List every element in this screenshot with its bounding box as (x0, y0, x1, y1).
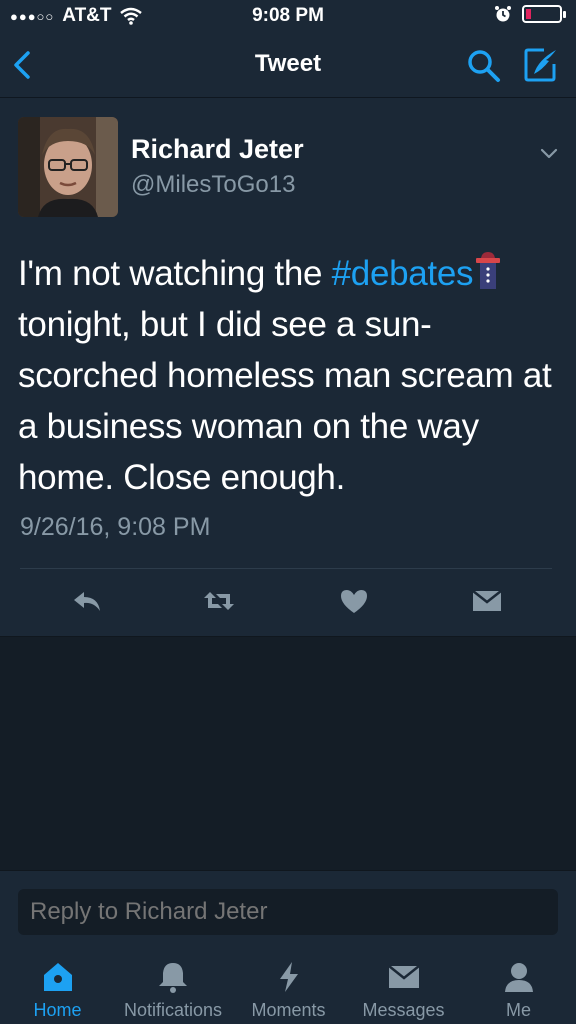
avatar-photo (18, 117, 118, 217)
envelope-icon (387, 965, 420, 988)
tab-home-label: Home (33, 1000, 82, 1020)
hashtag-link[interactable]: #debates (332, 254, 474, 293)
alarm-icon (495, 6, 511, 22)
person-icon (504, 963, 533, 992)
reply-input[interactable] (18, 889, 558, 935)
message-icon[interactable] (470, 586, 504, 616)
avatar[interactable] (18, 117, 118, 217)
tab-moments[interactable]: Moments (231, 946, 346, 1024)
tab-home[interactable]: Home (0, 946, 115, 1024)
reply-bar (0, 870, 576, 946)
lightning-icon (279, 962, 298, 992)
retweet-icon[interactable] (202, 586, 236, 616)
status-time: 9:08 PM (252, 5, 324, 26)
tab-me-label: Me (505, 1000, 531, 1020)
status-bar-right (494, 5, 566, 23)
chevron-down-icon[interactable] (538, 142, 560, 164)
battery-low-icon (522, 5, 566, 23)
reply-icon[interactable] (70, 586, 104, 616)
debate-podium-icon (476, 252, 501, 289)
tab-messages[interactable]: Messages (346, 946, 461, 1024)
tweet-text-start: I'm not watching the (18, 254, 332, 293)
status-bar: ●●●○○ AT&T 9:08 PM (0, 0, 576, 32)
search-icon[interactable] (466, 48, 502, 84)
author-handle[interactable]: @MilesToGo13 (131, 171, 295, 199)
tab-messages-label: Messages (362, 1000, 445, 1020)
compose-icon[interactable] (522, 46, 560, 84)
bell-icon (159, 963, 187, 993)
tweet-detail: Richard Jeter @MilesToGo13 I'm not watch… (0, 98, 576, 637)
navigation-bar: Tweet (0, 32, 576, 98)
author-name[interactable]: Richard Jeter (131, 134, 304, 165)
tweet-text: I'm not watching the #debates tonight, b… (18, 248, 563, 503)
tab-moments-label: Moments (251, 1000, 326, 1020)
tweet-timestamp: 9/26/16, 9:08 PM (20, 513, 211, 541)
tab-me[interactable]: Me (461, 946, 576, 1024)
tweet-text-end: tonight, but I did see a sun-scorched ho… (18, 305, 552, 497)
divider (20, 568, 552, 569)
home-icon (43, 963, 72, 991)
tab-bar: Home Notifications Moments Messages Me (0, 946, 576, 1024)
like-icon[interactable] (337, 586, 371, 616)
tab-notifications-label: Notifications (123, 1000, 223, 1020)
tab-notifications[interactable]: Notifications (115, 946, 231, 1024)
